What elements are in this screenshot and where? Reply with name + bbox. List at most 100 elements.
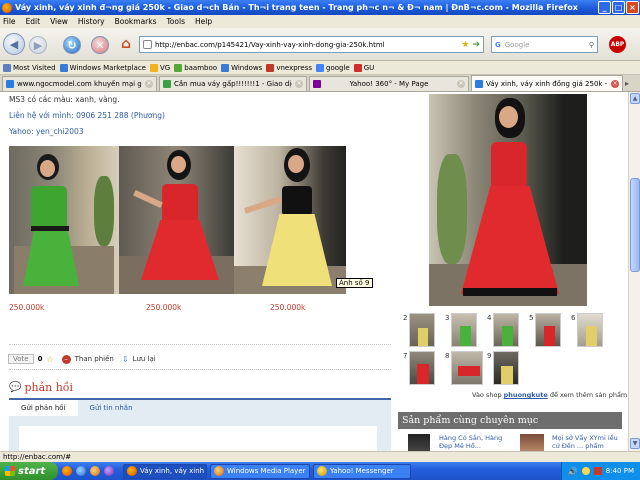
bookmark-vnexpress[interactable]: vnexpress	[266, 63, 312, 72]
home-icon[interactable]: ⌂	[117, 35, 135, 53]
start-button[interactable]: start	[0, 462, 58, 480]
thumbnail-9[interactable]	[493, 351, 519, 385]
arm	[133, 189, 163, 209]
bookmark-windows[interactable]: Windows	[221, 63, 262, 72]
bookmarks-toolbar: Most Visited Windows Marketplace VG baam…	[0, 61, 640, 75]
scroll-up-icon[interactable]: ▲	[630, 93, 640, 104]
page-scrollbar[interactable]: ▲ ▼	[628, 92, 640, 451]
related-item-1[interactable]: Hàng Có Sẵn, Hàng Đẹp Mê Hồ...	[439, 434, 509, 450]
bookmark-label: GU	[363, 63, 375, 72]
dress	[502, 326, 513, 346]
plant	[437, 154, 467, 264]
ie-quicklaunch-icon[interactable]	[76, 466, 86, 476]
thumbnail-8[interactable]	[451, 351, 483, 385]
messenger-tray-icon[interactable]	[581, 467, 590, 475]
feedback-textarea[interactable]	[19, 426, 377, 451]
volume-icon[interactable]: 🔊	[568, 467, 578, 476]
task-yahoo-messenger[interactable]: Yahoo! Messenger	[313, 463, 411, 479]
close-tab-icon[interactable]: ×	[295, 80, 303, 88]
main-product-photo[interactable]	[429, 94, 587, 306]
bookmark-windows-marketplace[interactable]: Windows Marketplace	[59, 63, 146, 72]
bookmark-gu[interactable]: GU	[353, 63, 375, 72]
related-thumbnail-1[interactable]	[408, 434, 430, 451]
menu-bookmarks[interactable]: Bookmarks	[115, 17, 157, 26]
feedback-heading: 💬 phản hồi	[9, 381, 73, 394]
save-icon[interactable]: ⇩	[122, 355, 129, 364]
search-icon[interactable]: ⚲	[589, 41, 594, 49]
vote-count: 0	[37, 355, 43, 363]
go-arrow-icon[interactable]: ➔	[472, 40, 480, 50]
close-tab-icon[interactable]: ×	[145, 80, 153, 88]
minimize-button[interactable]: _	[598, 1, 611, 14]
clock[interactable]: 8:40 PM	[606, 467, 634, 475]
google-icon[interactable]: G	[495, 41, 501, 49]
product-photo-red[interactable]	[119, 146, 234, 294]
belt	[31, 226, 69, 231]
forward-arrow-icon[interactable]: ▶	[29, 36, 47, 54]
tab-vay-xinh[interactable]: Váy xinh, váy xinh đồng giá 250k - Gia..…	[471, 75, 623, 91]
menu-file[interactable]: File	[3, 17, 16, 26]
close-button[interactable]: ×	[626, 1, 639, 14]
thumbnail-6[interactable]	[577, 313, 603, 347]
bookmark-icon	[149, 63, 158, 72]
adblock-plus-icon[interactable]: ABP	[609, 36, 626, 53]
menu-view[interactable]: View	[50, 17, 68, 26]
search-input[interactable]: G Google ⚲	[491, 36, 598, 53]
tab-send-message[interactable]: Gửi tin nhắn	[78, 400, 145, 416]
bookmark-star-icon[interactable]: ★	[461, 40, 469, 50]
task-media-player[interactable]: Windows Media Player	[210, 463, 310, 479]
stop-icon[interactable]: ✕	[91, 36, 109, 54]
maximize-button[interactable]: □	[612, 1, 625, 14]
bookmark-icon	[316, 63, 324, 72]
tab-send-reply[interactable]: Gửi phản hồi	[9, 400, 78, 416]
thumbnail-4[interactable]	[493, 313, 519, 347]
bookmark-vg[interactable]: VG	[149, 63, 170, 72]
related-item-2[interactable]: Mọi sở Vẩy XYmi iều cứ Đến ... phẩm	[552, 434, 622, 450]
menu-edit[interactable]: Edit	[26, 17, 41, 26]
save-link[interactable]: Lưu lại	[133, 355, 156, 363]
complain-link[interactable]: Than phiền	[75, 355, 114, 363]
vote-button[interactable]: Vote	[8, 354, 34, 364]
bookmark-icon	[59, 63, 68, 72]
close-tab-icon[interactable]: ×	[611, 79, 619, 88]
tab-list-arrow-icon[interactable]: ▸	[625, 76, 635, 91]
tab-yahoo-360[interactable]: Yahoo! 360° - My Page ×	[309, 76, 469, 91]
task-firefox[interactable]: Váy xinh, váy xinh đồ...	[123, 463, 207, 479]
hem	[463, 288, 557, 296]
reload-icon[interactable]: ↻	[63, 36, 81, 54]
face	[171, 156, 186, 173]
back-arrow-icon[interactable]: ◀	[3, 33, 25, 55]
complain-icon[interactable]: –	[61, 354, 71, 364]
menu-history[interactable]: History	[78, 17, 105, 26]
product-photo-yellow[interactable]	[234, 146, 346, 294]
thumbnail-2[interactable]	[409, 313, 435, 347]
thumbnail-5[interactable]	[535, 313, 561, 347]
window-title: Váy xinh, váy xinh đ¬ng giá 250k - Giao …	[15, 3, 578, 12]
close-tab-icon[interactable]: ×	[457, 80, 465, 88]
dress	[418, 328, 428, 346]
menu-help[interactable]: Help	[195, 17, 212, 26]
scroll-down-icon[interactable]: ▼	[630, 438, 640, 449]
media-quicklaunch-icon[interactable]	[90, 466, 100, 476]
bookmark-google[interactable]: google	[316, 63, 350, 72]
product-photo-green[interactable]	[9, 146, 119, 294]
star-icon[interactable]: ☆	[46, 355, 53, 364]
dress	[417, 364, 429, 384]
bookmark-baamboo[interactable]: baamboo	[174, 63, 217, 72]
thumbnail-3[interactable]	[451, 313, 477, 347]
thumbnail-7[interactable]	[409, 351, 435, 385]
related-thumbnail-2[interactable]	[520, 434, 544, 451]
face	[288, 155, 304, 173]
menu-tools[interactable]: Tools	[167, 17, 185, 26]
security-tray-icon[interactable]	[593, 467, 602, 475]
dress-top	[282, 186, 312, 216]
scroll-thumb[interactable]	[630, 178, 640, 272]
firefox-quicklaunch-icon[interactable]	[62, 466, 72, 476]
start-label: start	[18, 465, 46, 477]
url-bar[interactable]: http://enbac.com/p145421/Vay-xinh-vay-xi…	[139, 36, 484, 53]
yahoo-quicklaunch-icon[interactable]	[104, 466, 114, 476]
shop-link[interactable]: phuongkute	[504, 391, 548, 399]
tab-can-mua-vay[interactable]: Cần mua váy gấp!!!!!!!1 - Giao dịch M...…	[159, 76, 307, 91]
tab-ngocmodel[interactable]: www.ngocmodel.com khuyến mại giảm ... ×	[2, 76, 157, 91]
bookmark-most-visited[interactable]: Most Visited	[3, 63, 56, 72]
